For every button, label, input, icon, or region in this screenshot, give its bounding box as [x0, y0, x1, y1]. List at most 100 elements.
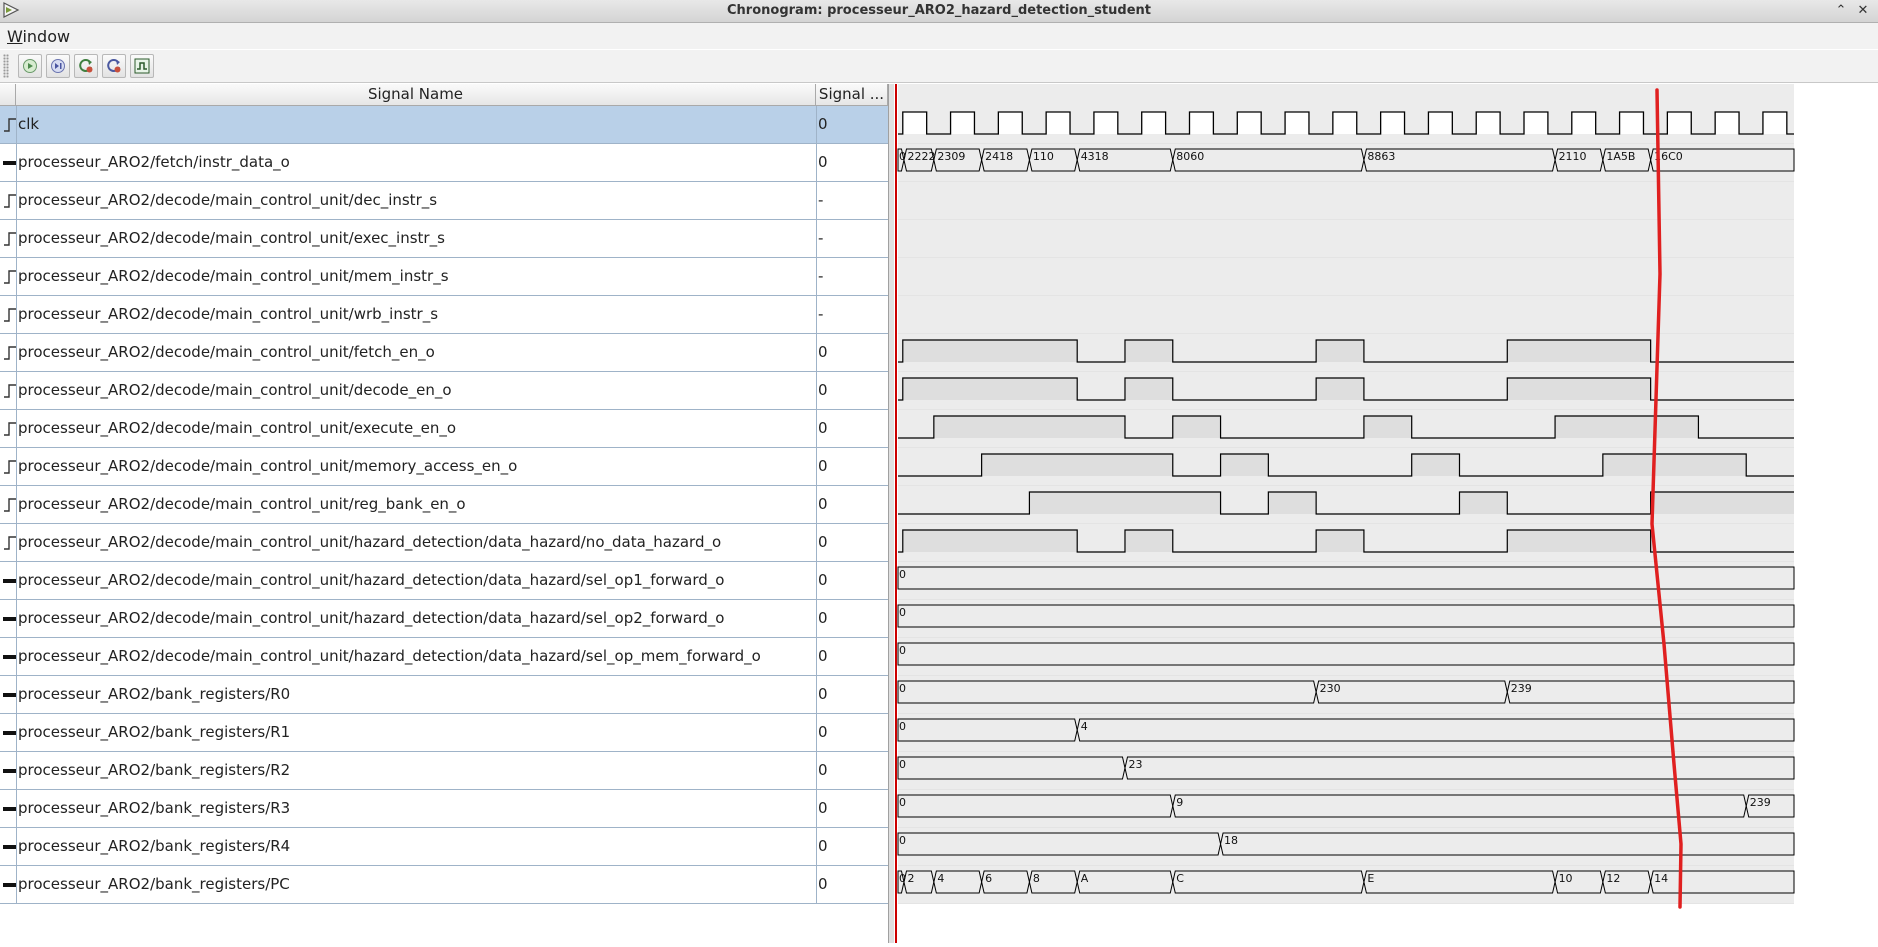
bit-high-region: [902, 530, 1078, 552]
signal-row[interactable]: processeur_ARO2/decode/main_control_unit…: [0, 258, 888, 296]
signal-row[interactable]: processeur_ARO2/bank_registers/PC 0: [0, 866, 888, 904]
signal-row[interactable]: processeur_ARO2/decode/main_control_unit…: [0, 220, 888, 258]
signal-row[interactable]: processeur_ARO2/bank_registers/R2 0: [0, 752, 888, 790]
signal-table: Signal Name Signal ... clk 0 processeur_AR…: [0, 84, 888, 943]
bit-high-region: [1555, 416, 1699, 438]
signal-name-header[interactable]: Signal Name: [16, 84, 816, 106]
column-divider: [16, 296, 17, 334]
close-icon[interactable]: ✕: [1854, 2, 1872, 20]
bus-signal-icon: [3, 161, 17, 165]
clock-high-region: [1715, 112, 1740, 134]
bit-high-region: [1124, 340, 1173, 362]
signal-value: 0: [818, 153, 828, 171]
bus-value-label: 23: [1128, 758, 1142, 771]
clock-high-region: [1428, 112, 1453, 134]
signal-name: processeur_ARO2/bank_registers/R4: [18, 837, 291, 855]
clock-high-region: [1285, 112, 1309, 134]
refresh-icon: [79, 59, 93, 73]
bit-high-region: [1029, 492, 1221, 514]
column-divider: [16, 182, 17, 220]
refresh-double-icon: [107, 59, 121, 73]
signal-value: 0: [818, 381, 828, 399]
bit-high-region: [1507, 530, 1651, 552]
signal-row[interactable]: processeur_ARO2/decode/main_control_unit…: [0, 562, 888, 600]
signal-row[interactable]: processeur_ARO2/decode/main_control_unit…: [0, 334, 888, 372]
bus-value-label: E: [1367, 872, 1374, 885]
bus-value-label: 1A5B: [1606, 150, 1635, 163]
signal-value: 0: [818, 533, 828, 551]
column-divider: [16, 372, 17, 410]
bit-high-region: [1650, 492, 1794, 514]
signal-name: processeur_ARO2/decode/main_control_unit…: [18, 419, 457, 437]
zoom-fit-button[interactable]: [130, 54, 154, 78]
column-divider: [16, 866, 17, 904]
signal-name: processeur_ARO2/bank_registers/PC: [18, 875, 290, 893]
signal-name: processeur_ARO2/decode/main_control_unit…: [18, 533, 722, 551]
reset-all-button[interactable]: [102, 54, 126, 78]
waveform-canvas[interactable]: 0 2222 2309 2418 110 4318 8060 8863 2110 1A5B 16C0…: [894, 84, 1878, 943]
bit-high-region: [1316, 340, 1364, 362]
reset-button[interactable]: [74, 54, 98, 78]
bit-high-region: [1124, 378, 1173, 400]
signal-name: processeur_ARO2/decode/main_control_unit…: [18, 343, 435, 361]
minimize-icon[interactable]: ⌃: [1832, 2, 1850, 20]
bus-value-label: 2110: [1559, 150, 1587, 163]
column-divider: [816, 220, 817, 258]
signal-row[interactable]: processeur_ARO2/bank_registers/R0 0: [0, 676, 888, 714]
signal-name: processeur_ARO2/decode/main_control_unit…: [18, 191, 438, 209]
signal-row[interactable]: processeur_ARO2/decode/main_control_unit…: [0, 296, 888, 334]
bus-signal-icon: [3, 693, 17, 697]
bus-value-label: 0: [899, 682, 906, 695]
bit-signal-icon: [4, 460, 16, 474]
column-divider: [816, 372, 817, 410]
clock-high-region: [1189, 112, 1214, 134]
bit-high-region: [1602, 454, 1747, 476]
signal-value: 0: [818, 571, 828, 589]
signal-row[interactable]: processeur_ARO2/bank_registers/R1 0: [0, 714, 888, 752]
column-divider: [16, 486, 17, 524]
bit-signal-icon: [4, 270, 16, 284]
signal-row[interactable]: processeur_ARO2/decode/main_control_unit…: [0, 486, 888, 524]
signal-row[interactable]: processeur_ARO2/decode/main_control_unit…: [0, 410, 888, 448]
bus-value-label: C: [1176, 872, 1184, 885]
signal-row[interactable]: processeur_ARO2/bank_registers/R3 0: [0, 790, 888, 828]
bus-value-label: 0: [899, 758, 906, 771]
column-divider: [816, 144, 817, 182]
run-button[interactable]: [18, 54, 42, 78]
bit-high-region: [1363, 416, 1412, 438]
step-button[interactable]: [46, 54, 70, 78]
column-divider: [816, 600, 817, 638]
bit-high-region: [902, 378, 1078, 400]
signal-row[interactable]: processeur_ARO2/decode/main_control_unit…: [0, 524, 888, 562]
bus-value-label: 2222: [907, 150, 935, 163]
menu-window[interactable]: Window: [7, 27, 70, 46]
signal-row[interactable]: processeur_ARO2/decode/main_control_unit…: [0, 638, 888, 676]
column-divider: [16, 752, 17, 790]
toolbar-grip[interactable]: [3, 54, 9, 78]
column-divider: [816, 828, 817, 866]
signal-row[interactable]: clk 0: [0, 106, 888, 144]
signal-value-header[interactable]: Signal ...: [816, 84, 888, 106]
signal-row[interactable]: processeur_ARO2/decode/main_control_unit…: [0, 372, 888, 410]
column-divider: [16, 106, 17, 144]
column-divider: [16, 600, 17, 638]
signal-row[interactable]: processeur_ARO2/decode/main_control_unit…: [0, 182, 888, 220]
square-wave-icon: [134, 58, 150, 74]
column-divider: [16, 144, 17, 182]
column-divider: [16, 258, 17, 296]
bus-value-label: 0: [899, 796, 906, 809]
bus-value-label: 0: [899, 606, 906, 619]
signal-value: 0: [818, 495, 828, 513]
signal-row[interactable]: processeur_ARO2/decode/main_control_unit…: [0, 448, 888, 486]
signal-row[interactable]: processeur_ARO2/bank_registers/R4 0: [0, 828, 888, 866]
signal-row[interactable]: processeur_ARO2/fetch/instr_data_o 0: [0, 144, 888, 182]
column-divider: [816, 638, 817, 676]
bus-value-label: 8: [1033, 872, 1040, 885]
bit-signal-icon: [4, 118, 16, 132]
bit-high-region: [1316, 378, 1364, 400]
signal-name: processeur_ARO2/decode/main_control_unit…: [18, 495, 466, 513]
signal-row[interactable]: processeur_ARO2/decode/main_control_unit…: [0, 600, 888, 638]
signal-name: processeur_ARO2/bank_registers/R0: [18, 685, 291, 703]
bus-value-label: 12: [1606, 872, 1620, 885]
bus-signal-icon: [3, 655, 17, 659]
